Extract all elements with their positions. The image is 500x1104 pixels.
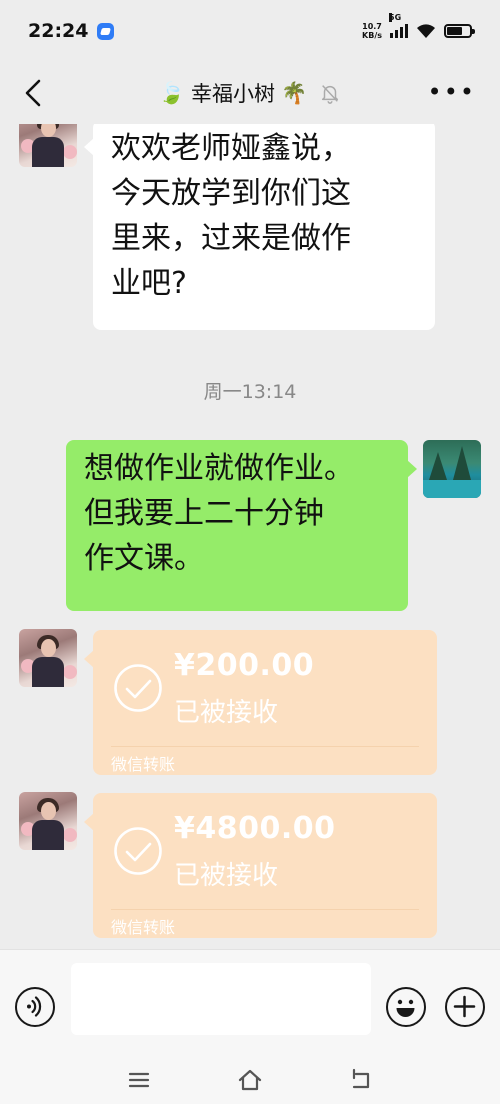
battery-level	[447, 27, 463, 35]
net-speed: 10.7 KB/s	[362, 22, 382, 40]
voice-icon	[27, 996, 42, 1017]
more-functions-button[interactable]	[445, 987, 485, 1027]
message-line: 但我要上二十分钟	[84, 496, 324, 531]
back-nav-icon[interactable]	[346, 1065, 376, 1095]
received-message[interactable]: 欢欢老师娅鑫说， 今天放学到你们这 里来，过来是做作 业吧?	[84, 124, 435, 330]
system-navigation-bar	[0, 1059, 500, 1104]
message-line: 作文课。	[84, 541, 204, 576]
message-line: 想做作业就做作业。	[84, 451, 354, 486]
emoji-button[interactable]	[386, 987, 426, 1027]
menu-icon[interactable]	[124, 1065, 154, 1095]
wifi-icon	[417, 24, 435, 38]
transfer-divider	[111, 909, 419, 910]
transfer-divider	[111, 746, 419, 747]
transfer-card[interactable]: ¥4800.00 已被接收 微信转账	[84, 793, 437, 938]
emoji-icon	[396, 999, 415, 1017]
palm-tree-icon: 🌴	[281, 80, 308, 105]
chat-header: 🍃 幸福小树 🌴 •••	[0, 62, 500, 124]
sent-message[interactable]: 想做作业就做作业。 但我要上二十分钟 作文课。	[66, 440, 417, 611]
chat-title: 🍃 幸福小树 🌴	[159, 78, 341, 108]
plus-icon	[453, 995, 476, 1018]
transfer-card[interactable]: ¥200.00 已被接收 微信转账	[84, 630, 437, 775]
mute-bell-icon	[322, 85, 339, 104]
transfer-amount: ¥200.00	[174, 648, 315, 683]
check-circle-icon	[114, 827, 162, 875]
transfer-status: 已被接收	[174, 861, 279, 891]
more-options-button[interactable]: •••	[428, 80, 476, 104]
battery-icon	[444, 24, 475, 38]
message-list[interactable]: 欢欢老师娅鑫说， 今天放学到你们这 里来，过来是做作 业吧? 周一13:14 想…	[0, 124, 500, 949]
status-indicators: 10.7 KB/s 5G	[362, 13, 475, 40]
check-circle-icon	[114, 664, 162, 712]
back-button[interactable]	[18, 78, 48, 108]
message-input[interactable]	[71, 963, 371, 1035]
net-speed-value: 10.7	[362, 22, 382, 31]
status-bar: 22:24 10.7 KB/s 5G	[0, 0, 500, 62]
message-line: 今天放学到你们这	[111, 176, 351, 211]
leaf-icon: 🍃	[158, 80, 185, 105]
transfer-amount: ¥4800.00	[174, 811, 336, 846]
contact-avatar[interactable]	[19, 629, 77, 687]
transfer-brand: 微信转账	[111, 918, 176, 937]
contact-avatar[interactable]	[19, 792, 77, 850]
status-time: 22:24	[28, 20, 89, 42]
my-avatar[interactable]	[423, 440, 481, 498]
transfer-brand: 微信转账	[111, 755, 176, 774]
back-arrow-icon	[25, 79, 41, 107]
input-bar	[0, 949, 500, 1059]
message-line: 欢欢老师娅鑫说，	[111, 131, 351, 166]
voice-input-button[interactable]	[15, 987, 55, 1027]
message-timestamp: 周一13:14	[203, 381, 297, 403]
notification-app-icon	[97, 22, 115, 40]
message-line: 里来，过来是做作	[111, 221, 351, 256]
contact-avatar[interactable]	[19, 124, 77, 167]
chat-title-text: 幸福小树	[191, 82, 275, 106]
network-type: 5G	[389, 13, 402, 22]
home-icon[interactable]	[235, 1065, 265, 1095]
message-line: 业吧?	[111, 266, 187, 301]
cell-signal-icon: 5G	[389, 13, 408, 38]
transfer-status: 已被接收	[174, 698, 279, 728]
net-speed-unit: KB/s	[362, 31, 382, 40]
